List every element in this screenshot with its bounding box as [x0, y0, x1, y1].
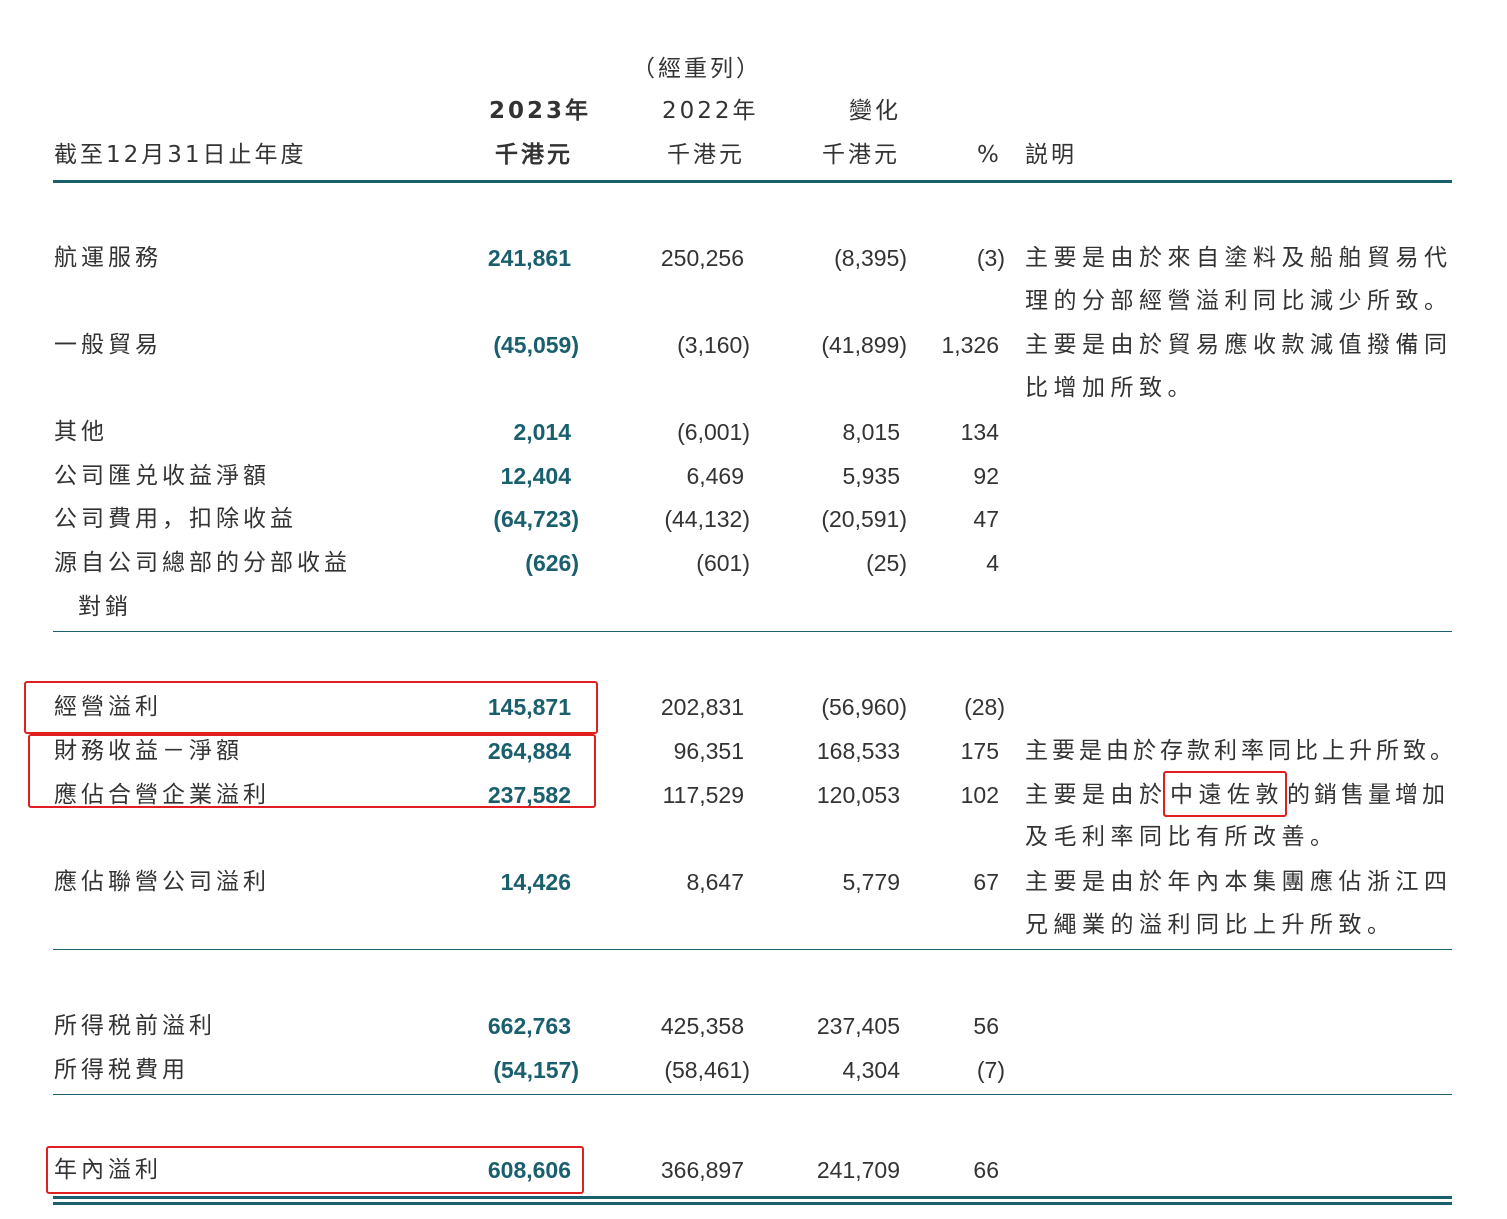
row-change: 237,405	[816, 1013, 900, 1039]
header-rule	[53, 180, 1452, 183]
highlight-box-operating-profit	[24, 681, 598, 734]
row-value-2022: (58,461)	[664, 1057, 750, 1083]
row-label: 所得税費用	[54, 1057, 189, 1083]
row-note: 主要是由於存款利率同比上升所致。	[1025, 738, 1457, 764]
total-double-rule-top	[53, 1196, 1452, 1199]
row-percent: 67	[973, 869, 999, 895]
row-percent: 4	[986, 550, 999, 576]
row-change: (56,960)	[821, 694, 907, 720]
header-explanation: 説明	[1025, 142, 1077, 168]
row-label: 航運服務	[54, 245, 162, 271]
header-unit-2022: 千港元	[667, 142, 745, 168]
row-percent: 47	[973, 506, 999, 532]
row-value-2023: 241,861	[487, 245, 571, 271]
row-value-2022: 96,351	[673, 738, 744, 764]
row-value-2022: (6,001)	[677, 419, 750, 445]
total-double-rule-bottom	[53, 1202, 1452, 1205]
highlight-box-finance-and-jv	[28, 734, 596, 808]
row-percent: 66	[973, 1157, 999, 1183]
row-percent: 102	[960, 782, 999, 808]
row-percent: 92	[973, 463, 999, 489]
row-value-2023: 662,763	[487, 1013, 571, 1039]
row-value-2023: (45,059)	[493, 332, 579, 358]
row-note: 主要是由於來自塗料及船舶貿易代	[1025, 245, 1453, 271]
row-change: (41,899)	[821, 332, 907, 358]
row-label: 應佔聯營公司溢利	[54, 869, 270, 895]
row-value-2022: 425,358	[660, 1013, 744, 1039]
row-value-2022: 366,897	[660, 1157, 744, 1183]
row-change: 5,779	[842, 869, 900, 895]
row-value-2023: (54,157)	[493, 1057, 579, 1083]
header-unit-2023: 千港元	[495, 142, 573, 168]
row-change: (20,591)	[821, 506, 907, 532]
row-change: 241,709	[816, 1157, 900, 1183]
row-label-continued: 對銷	[78, 594, 132, 620]
period-label: 截至12月31日止年度	[54, 142, 307, 168]
restated-label: （經重列）	[632, 56, 762, 82]
row-percent: (3)	[976, 245, 1005, 271]
row-change: 8,015	[842, 419, 900, 445]
row-value-2023: (626)	[525, 550, 579, 576]
row-label: 一般貿易	[54, 332, 162, 358]
row-value-2022: (44,132)	[664, 506, 750, 532]
row-value-2023: 14,426	[500, 869, 571, 895]
header-year-2022: 2022年	[662, 98, 759, 124]
row-value-2022: 117,529	[662, 782, 744, 808]
row-label: 所得税前溢利	[54, 1013, 216, 1039]
row-note: 主要是由於	[1025, 782, 1168, 808]
row-percent: 56	[973, 1013, 999, 1039]
row-note: 主要是由於年內本集團應佔浙江四	[1025, 869, 1453, 895]
row-change: (8,395)	[834, 245, 907, 271]
row-value-2023: (64,723)	[493, 506, 579, 532]
row-value-2022: 202,831	[660, 694, 744, 720]
row-note: 比增加所致。	[1025, 375, 1196, 401]
highlight-box-annual-profit	[46, 1146, 584, 1194]
header-change: 變化	[849, 98, 901, 124]
row-value-2022: (601)	[696, 550, 750, 576]
row-label: 源自公司總部的分部收益	[54, 550, 351, 576]
row-note: 理的分部經營溢利同比減少所致。	[1025, 288, 1453, 314]
row-change: 5,935	[842, 463, 900, 489]
row-note: 及毛利率同比有所改善。	[1025, 824, 1339, 850]
row-value-2022: 250,256	[660, 245, 744, 271]
row-note: 兄繩業的溢利同比上升所致。	[1025, 912, 1396, 938]
row-percent: 134	[960, 419, 999, 445]
header-unit-change: 千港元	[822, 142, 900, 168]
row-percent: (7)	[976, 1057, 1005, 1083]
highlight-box-jotun-term	[1163, 771, 1287, 817]
row-note: 的銷售量增加	[1287, 782, 1449, 808]
header-percent: %	[977, 142, 1002, 168]
row-value-2022: 6,469	[686, 463, 744, 489]
row-change: 168,533	[816, 738, 900, 764]
row-value-2023: 12,404	[500, 463, 571, 489]
row-value-2023: 2,014	[513, 419, 571, 445]
row-label: 公司匯兑收益淨額	[54, 463, 270, 489]
row-value-2022: (3,160)	[677, 332, 750, 358]
row-note: 主要是由於貿易應收款減值撥備同	[1025, 332, 1453, 358]
row-percent: 175	[960, 738, 999, 764]
row-change: 4,304	[842, 1057, 900, 1083]
row-change: (25)	[866, 550, 907, 576]
row-percent: (28)	[964, 694, 1005, 720]
row-label: 其他	[54, 419, 108, 445]
row-value-2022: 8,647	[686, 869, 744, 895]
section-rule	[53, 1094, 1452, 1095]
row-change: 120,053	[816, 782, 900, 808]
row-label: 公司費用，扣除收益	[54, 506, 297, 532]
row-percent: 1,326	[941, 332, 999, 358]
section-rule	[53, 631, 1452, 632]
section-rule	[53, 949, 1452, 950]
header-year-2023: 2023年	[489, 98, 592, 124]
